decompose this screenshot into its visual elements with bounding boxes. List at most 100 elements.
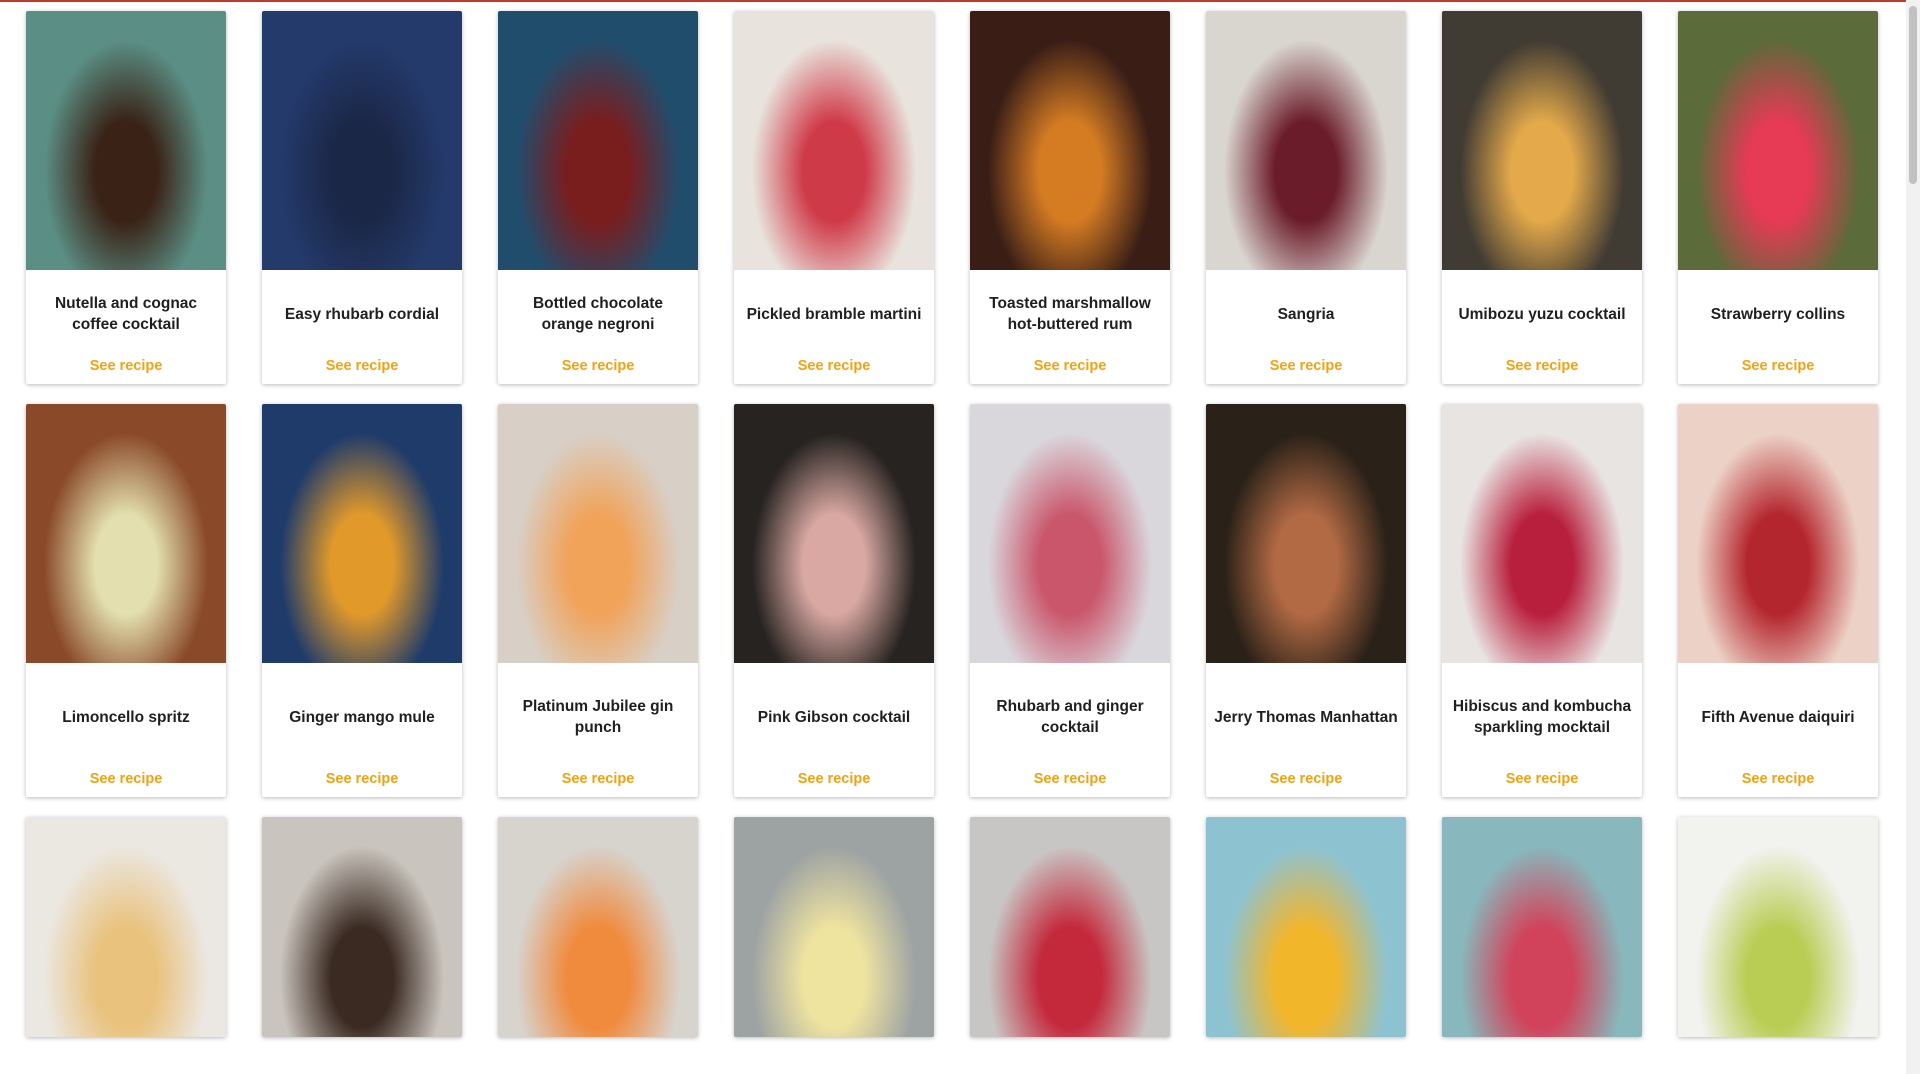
card-title-wrap: Fifth Avenue daiquiri	[1702, 663, 1855, 771]
raspberry-margarita-photo[interactable]	[1442, 817, 1642, 1037]
recipe-title[interactable]: Pickled bramble martini	[747, 304, 922, 325]
card-body: Nutella and cognac coffee cocktail See re…	[26, 270, 226, 384]
limoncello-spritz-photo[interactable]	[26, 404, 226, 663]
see-recipe-link[interactable]: See recipe	[1742, 358, 1815, 374]
scrollbar-thumb[interactable]	[1909, 6, 1917, 184]
recipe-title[interactable]: Toasted marshmallow hot-buttered rum	[978, 293, 1162, 335]
sangria-jug-photo[interactable]	[1206, 11, 1406, 270]
red-highball-photo[interactable]	[970, 817, 1170, 1037]
red-martini-glass-photo[interactable]	[734, 11, 934, 270]
recipe-card[interactable]: Strawberry collins See recipe	[1678, 11, 1878, 384]
recipe-title[interactable]: Limoncello spritz	[62, 707, 189, 728]
hibiscus-mocktail-photo[interactable]	[1442, 404, 1642, 663]
see-recipe-link[interactable]: See recipe	[1742, 771, 1815, 787]
card-body: Pink Gibson cocktail See recipe	[734, 663, 934, 797]
strawberry-collins-photo[interactable]	[1678, 11, 1878, 270]
recipe-title[interactable]: Fifth Avenue daiquiri	[1702, 707, 1855, 728]
recipe-title[interactable]: Bottled chocolate orange negroni	[506, 293, 690, 335]
recipe-title[interactable]: Easy rhubarb cordial	[285, 304, 439, 325]
cucumber-highball-photo[interactable]	[1678, 817, 1878, 1037]
recipe-card[interactable]	[498, 817, 698, 1037]
yuzu-cocktail-seaweed-photo[interactable]	[1442, 11, 1642, 270]
card-title-wrap: Strawberry collins	[1711, 270, 1845, 358]
hot-chocolate-mug-photo[interactable]	[26, 11, 226, 270]
see-recipe-link[interactable]: See recipe	[1506, 358, 1579, 374]
card-body: Bottled chocolate orange negroni See reci…	[498, 270, 698, 384]
recipe-title[interactable]: Jerry Thomas Manhattan	[1214, 707, 1397, 728]
recipe-card[interactable]: Rhubarb and ginger cocktail See recipe	[970, 404, 1170, 797]
espresso-martinis-photo[interactable]	[262, 817, 462, 1037]
fifth-avenue-daiquiri-photo[interactable]	[1678, 404, 1878, 663]
see-recipe-link[interactable]: See recipe	[562, 771, 635, 787]
card-body: Jerry Thomas Manhattan See recipe	[1206, 663, 1406, 797]
manhattan-glass-photo[interactable]	[1206, 404, 1406, 663]
recipe-title[interactable]: Ginger mango mule	[289, 707, 435, 728]
recipe-card[interactable]: Limoncello spritz See recipe	[26, 404, 226, 797]
see-recipe-link[interactable]: See recipe	[562, 358, 635, 374]
bottled-negroni-photo[interactable]	[498, 11, 698, 270]
recipe-title[interactable]: Hibiscus and kombucha sparkling mocktail	[1450, 696, 1634, 738]
card-title-wrap: Toasted marshmallow hot-buttered rum	[978, 270, 1162, 358]
card-body: Rhubarb and ginger cocktail See recipe	[970, 663, 1170, 797]
recipe-card[interactable]	[26, 817, 226, 1037]
pink-cordial-bottles-photo[interactable]	[262, 11, 462, 270]
recipe-card[interactable]	[262, 817, 462, 1037]
hot-buttered-rum-mug-photo[interactable]	[970, 11, 1170, 270]
recipe-card[interactable]: Ginger mango mule See recipe	[262, 404, 462, 797]
see-recipe-link[interactable]: See recipe	[1034, 771, 1107, 787]
recipe-card[interactable]: Jerry Thomas Manhattan See recipe	[1206, 404, 1406, 797]
recipe-card[interactable]: Toasted marshmallow hot-buttered rum See …	[970, 11, 1170, 384]
pink-gibson-martini-photo[interactable]	[734, 404, 934, 663]
recipe-card[interactable]: Pink Gibson cocktail See recipe	[734, 404, 934, 797]
card-title-wrap: Ginger mango mule	[289, 663, 435, 771]
card-body: Limoncello spritz See recipe	[26, 663, 226, 797]
see-recipe-link[interactable]: See recipe	[1034, 358, 1107, 374]
rhubarb-ginger-coupes-photo[interactable]	[970, 404, 1170, 663]
recipe-card[interactable]: Fifth Avenue daiquiri See recipe	[1678, 404, 1878, 797]
recipe-title[interactable]: Platinum Jubilee gin punch	[506, 696, 690, 738]
card-title-wrap: Jerry Thomas Manhattan	[1214, 663, 1397, 771]
card-title-wrap: Limoncello spritz	[62, 663, 189, 771]
scrollbar[interactable]	[1906, 0, 1920, 1074]
recipe-card[interactable]	[1206, 817, 1406, 1037]
recipe-card[interactable]: Bottled chocolate orange negroni See reci…	[498, 11, 698, 384]
gin-punch-bowl-photo[interactable]	[498, 404, 698, 663]
card-title-wrap: Pickled bramble martini	[747, 270, 922, 358]
card-body: Platinum Jubilee gin punch See recipe	[498, 663, 698, 797]
recipe-title[interactable]: Umibozu yuzu cocktail	[1458, 304, 1625, 325]
pale-sour-cocktail-photo[interactable]	[734, 817, 934, 1037]
card-body: Hibiscus and kombucha sparkling mocktail…	[1442, 663, 1642, 797]
recipe-card[interactable]	[734, 817, 934, 1037]
recipe-card[interactable]: Umibozu yuzu cocktail See recipe	[1442, 11, 1642, 384]
recipe-title[interactable]: Strawberry collins	[1711, 304, 1845, 325]
recipe-card[interactable]: Platinum Jubilee gin punch See recipe	[498, 404, 698, 797]
recipe-card[interactable]	[1442, 817, 1642, 1037]
mango-margarita-photo[interactable]	[1206, 817, 1406, 1037]
passion-fruit-martini-photo[interactable]	[498, 817, 698, 1037]
recipe-card[interactable]	[1678, 817, 1878, 1037]
card-body: Ginger mango mule See recipe	[262, 663, 462, 797]
recipe-card[interactable]: Nutella and cognac coffee cocktail See re…	[26, 11, 226, 384]
see-recipe-link[interactable]: See recipe	[798, 358, 871, 374]
recipe-card[interactable]: Easy rhubarb cordial See recipe	[262, 11, 462, 384]
see-recipe-link[interactable]: See recipe	[1270, 358, 1343, 374]
see-recipe-link[interactable]: See recipe	[90, 771, 163, 787]
see-recipe-link[interactable]: See recipe	[798, 771, 871, 787]
see-recipe-link[interactable]: See recipe	[1506, 771, 1579, 787]
recipe-title[interactable]: Pink Gibson cocktail	[758, 707, 910, 728]
recipe-card[interactable]: Pickled bramble martini See recipe	[734, 11, 934, 384]
see-recipe-link[interactable]: See recipe	[1270, 771, 1343, 787]
see-recipe-link[interactable]: See recipe	[326, 771, 399, 787]
see-recipe-link[interactable]: See recipe	[90, 358, 163, 374]
card-body: Easy rhubarb cordial See recipe	[262, 270, 462, 384]
whisky-tumbler-photo[interactable]	[26, 817, 226, 1037]
recipe-title[interactable]: Nutella and cognac coffee cocktail	[34, 293, 218, 335]
recipe-title[interactable]: Rhubarb and ginger cocktail	[978, 696, 1162, 738]
recipe-card[interactable]: Hibiscus and kombucha sparkling mocktail…	[1442, 404, 1642, 797]
recipe-card[interactable]: Sangria See recipe	[1206, 11, 1406, 384]
card-title-wrap: Sangria	[1278, 270, 1335, 358]
recipe-card[interactable]	[970, 817, 1170, 1037]
recipe-title[interactable]: Sangria	[1278, 304, 1335, 325]
see-recipe-link[interactable]: See recipe	[326, 358, 399, 374]
ginger-mango-mule-photo[interactable]	[262, 404, 462, 663]
